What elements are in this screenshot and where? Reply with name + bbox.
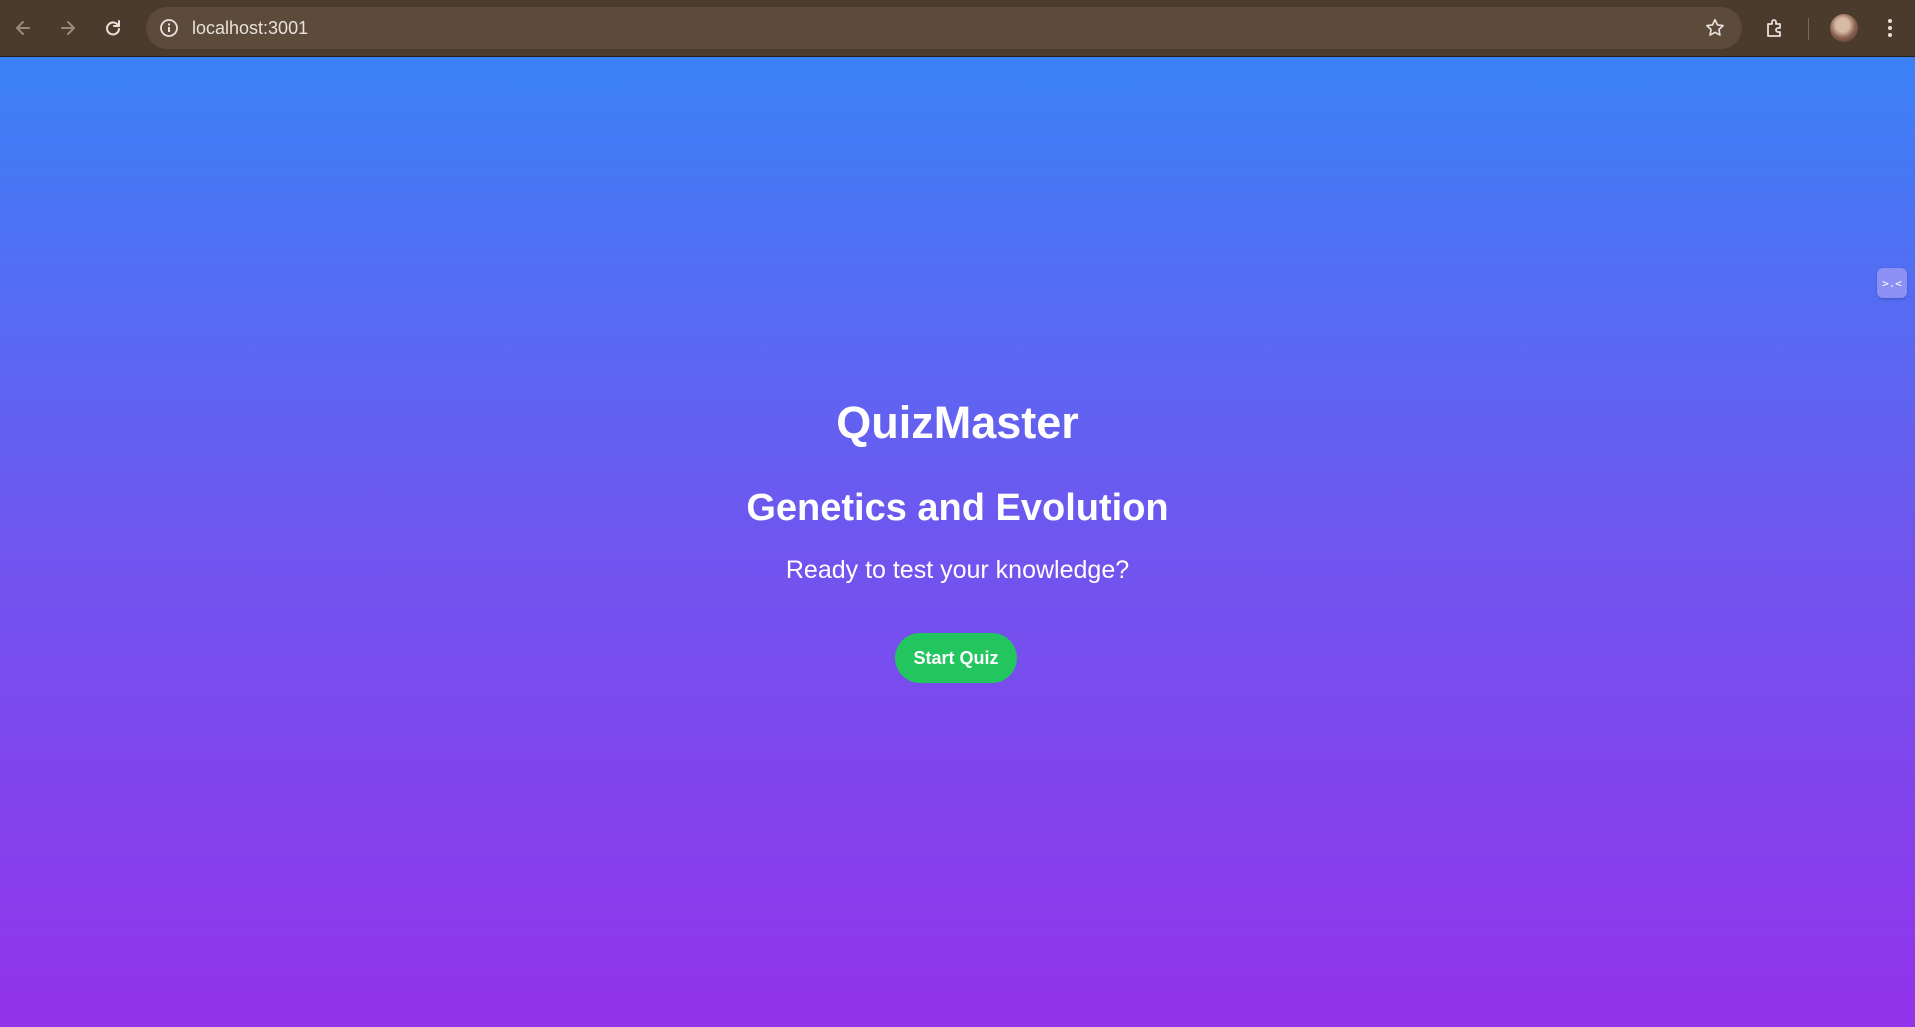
- browser-toolbar: localhost:3001: [0, 0, 1915, 57]
- quiz-topic: Genetics and Evolution: [746, 487, 1169, 529]
- reload-icon: [106, 20, 120, 36]
- forward-arrow-icon: [61, 21, 75, 35]
- back-arrow-icon: [16, 21, 30, 35]
- back-button[interactable]: [5, 10, 41, 46]
- reload-button[interactable]: [95, 10, 131, 46]
- kebab-menu-icon[interactable]: [1880, 16, 1900, 40]
- site-info-icon[interactable]: [159, 18, 179, 38]
- hero-section: QuizMaster Genetics and Evolution Ready …: [0, 57, 1915, 1027]
- address-bar[interactable]: localhost:3001: [146, 7, 1742, 49]
- app-title: QuizMaster: [836, 397, 1079, 448]
- start-quiz-button[interactable]: Start Quiz: [895, 633, 1017, 683]
- avatar[interactable]: [1830, 14, 1858, 42]
- star-icon[interactable]: [1704, 17, 1726, 39]
- toolbar-divider: [1808, 18, 1809, 40]
- forward-button[interactable]: [50, 10, 86, 46]
- url-text[interactable]: localhost:3001: [192, 7, 308, 49]
- quiz-start-page: >.< QuizMaster Genetics and Evolution Re…: [0, 57, 1915, 1027]
- puzzle-icon[interactable]: [1763, 16, 1787, 40]
- ready-prompt: Ready to test your knowledge?: [785, 556, 1130, 584]
